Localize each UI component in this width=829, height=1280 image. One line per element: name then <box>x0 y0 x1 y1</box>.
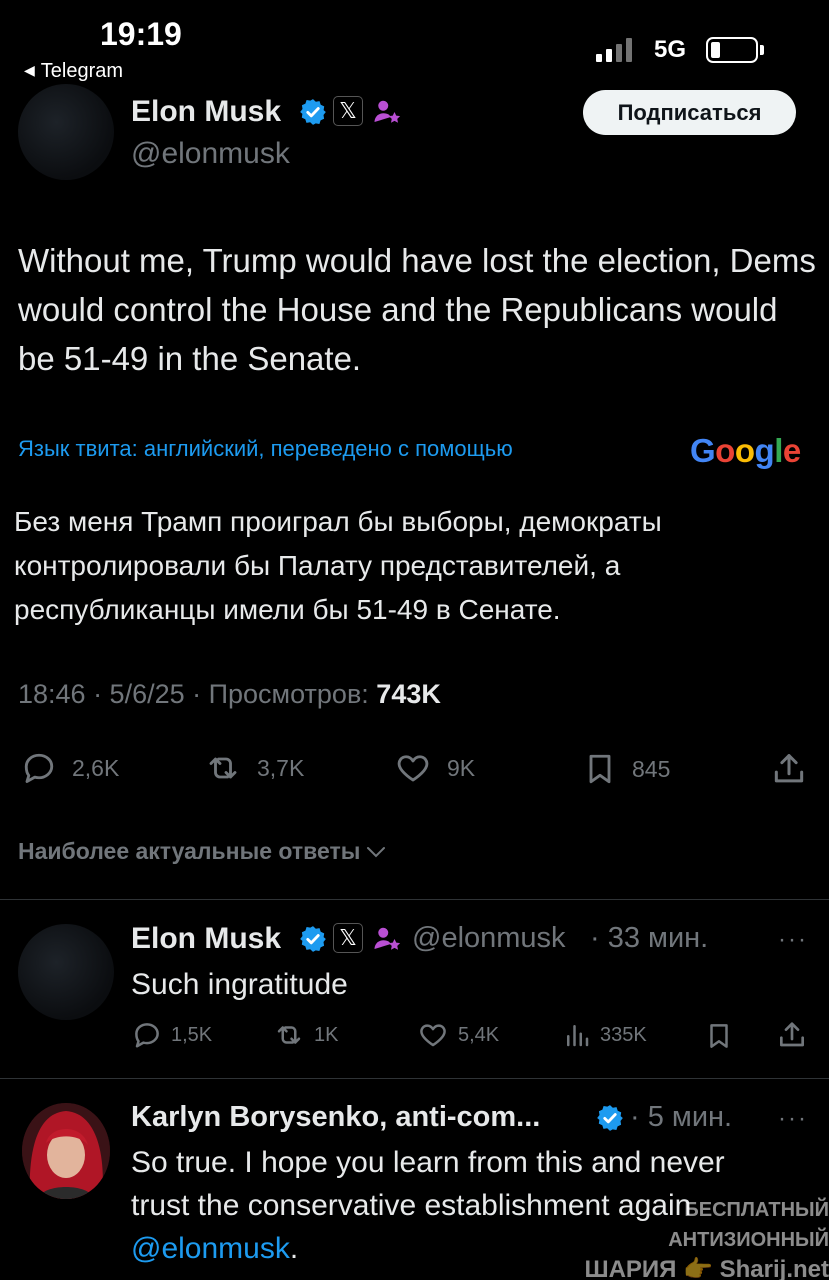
reply-icon <box>24 753 54 783</box>
reply-avatar[interactable] <box>22 1103 110 1199</box>
more-options-icon[interactable]: ··· <box>778 1105 808 1133</box>
follow-button[interactable]: Подписаться <box>583 90 796 135</box>
verified-badge-icon <box>300 926 326 952</box>
back-app-label: Telegram <box>40 60 124 82</box>
analytics-icon <box>567 1025 589 1047</box>
share-button[interactable] <box>770 750 822 788</box>
replies-sort-dropdown[interactable]: Наиболее актуальные ответы <box>18 838 388 865</box>
heart-icon <box>420 1024 446 1047</box>
like-count: 9K <box>447 754 476 781</box>
mention-link[interactable]: @elonmusk <box>131 1232 290 1265</box>
share-icon <box>774 754 804 783</box>
chevron-down-icon <box>367 847 386 858</box>
tweet-meta: 18:46 · 5/6/25 · Просмотров: 743K <box>18 679 441 710</box>
status-time: 19:19 <box>100 16 182 52</box>
signal-icon <box>596 38 640 62</box>
network-label: 5G <box>654 36 687 63</box>
reply-time[interactable]: · 5 мин. <box>630 1101 732 1134</box>
author-name[interactable]: Elon Musk <box>131 95 281 129</box>
translated-text: Без меня Трамп проиграл бы выборы, демок… <box>14 506 662 625</box>
bookmark-count: 845 <box>632 755 671 782</box>
reply-button[interactable]: 2,6K <box>20 750 119 786</box>
avatar-portrait-icon <box>22 1103 110 1199</box>
share-icon <box>780 1022 804 1047</box>
replies-sort-label: Наиболее актуальные ответы <box>18 838 361 864</box>
affiliation-person-star-icon <box>374 100 401 123</box>
reply-time[interactable]: · 33 мин. <box>590 922 708 955</box>
divider <box>0 1078 829 1079</box>
bookmark-icon <box>589 754 611 784</box>
back-arrow-icon: ◀ <box>24 62 35 78</box>
verified-badge-icon <box>597 1105 623 1131</box>
like-button[interactable]: 5,4K <box>416 1020 499 1050</box>
repost-icon <box>277 1026 301 1044</box>
reply-author-handle[interactable]: @elonmusk <box>412 922 566 955</box>
author-handle[interactable]: @elonmusk <box>131 137 290 171</box>
heart-icon <box>397 755 429 782</box>
like-button[interactable]: 9K <box>393 750 475 786</box>
reply-icon <box>135 1023 159 1048</box>
view-count: 335K <box>600 1023 647 1046</box>
repost-button[interactable]: 3,7K <box>203 750 304 786</box>
reply-avatar[interactable] <box>18 924 114 1020</box>
reply-text-line3: @elonmusk. <box>131 1232 299 1265</box>
watermark: БЕСПЛАТНЫЙ АНТИЗИОННЫЙ ШАРИЯ 👉 Sharij.ne… <box>530 1195 829 1280</box>
repost-icon <box>209 757 237 779</box>
author-avatar[interactable] <box>18 84 114 180</box>
x-affiliation-icon: 𝕏 <box>333 923 363 953</box>
repost-count: 3,7K <box>257 754 305 781</box>
tweet-text: Without me, Trump would have lost the el… <box>18 242 816 377</box>
verified-badge-icon <box>300 99 326 125</box>
bookmark-button[interactable]: 845 <box>582 750 670 788</box>
tweet-timestamp[interactable]: 18:46 · 5/6/25 · Просмотров: <box>18 679 376 709</box>
reply-author-name[interactable]: Elon Musk <box>131 922 281 956</box>
watermark-line2: ШАРИЯ 👉 Sharij.net <box>584 1256 829 1280</box>
reply-button[interactable]: 1,5K <box>131 1020 212 1050</box>
reply-count: 1,5K <box>171 1023 213 1046</box>
x-affiliation-icon: 𝕏 <box>333 96 363 126</box>
more-options-icon[interactable]: ··· <box>778 926 808 954</box>
translation-note[interactable]: Язык твита: английский, переведено с пом… <box>18 436 513 462</box>
reply-count: 2,6K <box>72 754 120 781</box>
views-button[interactable]: 335K <box>562 1020 647 1050</box>
reply-text-line1: So true. I hope you learn from this and … <box>131 1146 725 1179</box>
back-to-telegram[interactable]: ◀ Telegram <box>24 60 123 83</box>
share-button[interactable] <box>776 1019 816 1051</box>
watermark-line1: БЕСПЛАТНЫЙ АНТИЗИОННЫЙ <box>668 1199 829 1251</box>
bookmark-icon <box>710 1024 728 1048</box>
like-count: 5,4K <box>458 1023 500 1046</box>
view-count: 743K <box>376 679 441 709</box>
reply-text: Such ingratitude <box>131 968 348 1001</box>
google-logo: Google <box>690 432 801 469</box>
battery-icon <box>706 37 758 63</box>
reply-author-name[interactable]: Karlyn Borysenko, anti-com... <box>131 1101 540 1134</box>
bookmark-button[interactable] <box>704 1020 742 1052</box>
repost-count: 1K <box>314 1023 339 1046</box>
affiliation-person-star-icon <box>374 927 401 950</box>
repost-button[interactable]: 1K <box>272 1020 338 1050</box>
divider <box>0 899 829 900</box>
